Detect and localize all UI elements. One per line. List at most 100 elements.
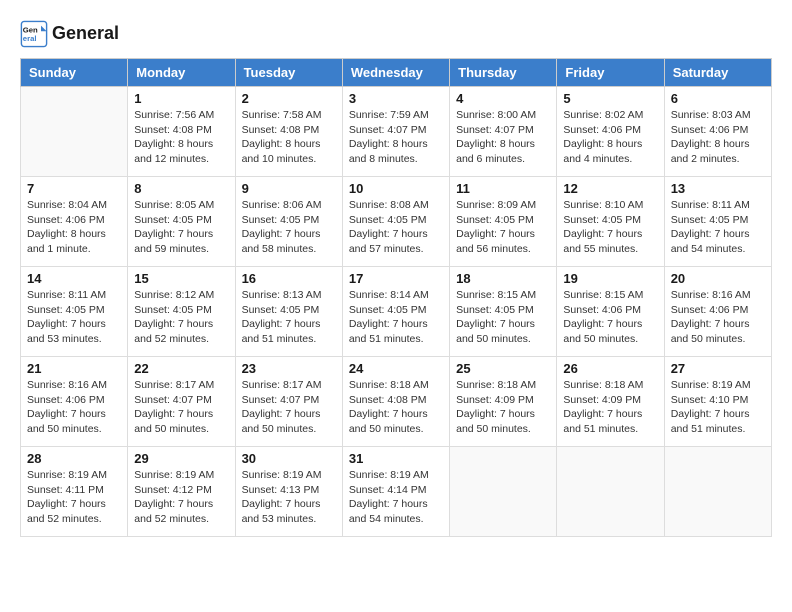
calendar-cell: 6 Sunrise: 8:03 AM Sunset: 4:06 PM Daylig… [664, 87, 771, 177]
day-number: 22 [134, 361, 228, 376]
day-info: Sunrise: 8:12 AM Sunset: 4:05 PM Dayligh… [134, 288, 228, 347]
calendar-cell: 5Sunrise: 8:02 AM Sunset: 4:06 PM Daylig… [557, 87, 664, 177]
day-number: 11 [456, 181, 550, 196]
day-info: Sunrise: 8:16 AM Sunset: 4:06 PM Dayligh… [671, 288, 765, 347]
day-info: Sunrise: 8:11 AM Sunset: 4:05 PM Dayligh… [27, 288, 121, 347]
calendar-cell: 27Sunrise: 8:19 AM Sunset: 4:10 PM Dayli… [664, 357, 771, 447]
day-info: Sunrise: 8:19 AM Sunset: 4:13 PM Dayligh… [242, 468, 336, 527]
day-number: 10 [349, 181, 443, 196]
weekday-header-wednesday: Wednesday [342, 59, 449, 87]
day-number: 25 [456, 361, 550, 376]
weekday-header-friday: Friday [557, 59, 664, 87]
weekday-header-saturday: Saturday [664, 59, 771, 87]
day-number: 4 [456, 91, 550, 106]
calendar-cell [450, 447, 557, 537]
weekday-header-thursday: Thursday [450, 59, 557, 87]
day-number: 1 [134, 91, 228, 106]
day-info: Sunrise: 8:00 AM Sunset: 4:07 PM Dayligh… [456, 108, 550, 167]
day-info: Sunrise: 8:18 AM Sunset: 4:09 PM Dayligh… [456, 378, 550, 437]
day-number: 31 [349, 451, 443, 466]
weekday-header-row: SundayMondayTuesdayWednesdayThursdayFrid… [21, 59, 772, 87]
calendar-cell: 22 Sunrise: 8:17 AM Sunset: 4:07 PM Dayli… [128, 357, 235, 447]
calendar-cell: 31 Sunrise: 8:19 AM Sunset: 4:14 PM Dayli… [342, 447, 449, 537]
day-number: 8 [134, 181, 228, 196]
day-number: 27 [671, 361, 765, 376]
calendar-cell: 23Sunrise: 8:17 AM Sunset: 4:07 PM Dayli… [235, 357, 342, 447]
logo: Gen eral General [20, 20, 119, 48]
calendar-cell: 13 Sunrise: 8:11 AM Sunset: 4:05 PM Dayli… [664, 177, 771, 267]
day-info: Sunrise: 8:08 AM Sunset: 4:05 PM Dayligh… [349, 198, 443, 257]
day-info: Sunrise: 8:19 AM Sunset: 4:14 PM Dayligh… [349, 468, 443, 527]
calendar-cell [557, 447, 664, 537]
day-info: Sunrise: 8:16 AM Sunset: 4:06 PM Dayligh… [27, 378, 121, 437]
svg-text:eral: eral [23, 34, 37, 43]
day-number: 7 [27, 181, 121, 196]
calendar-table: SundayMondayTuesdayWednesdayThursdayFrid… [20, 58, 772, 537]
week-row-2: 7 Sunrise: 8:04 AM Sunset: 4:06 PM Daylig… [21, 177, 772, 267]
week-row-1: 1 Sunrise: 7:56 AM Sunset: 4:08 PM Daylig… [21, 87, 772, 177]
calendar-cell: 14 Sunrise: 8:11 AM Sunset: 4:05 PM Dayli… [21, 267, 128, 357]
weekday-header-sunday: Sunday [21, 59, 128, 87]
logo-icon: Gen eral [20, 20, 48, 48]
calendar-cell: 7 Sunrise: 8:04 AM Sunset: 4:06 PM Daylig… [21, 177, 128, 267]
day-number: 18 [456, 271, 550, 286]
calendar-cell: 1 Sunrise: 7:56 AM Sunset: 4:08 PM Daylig… [128, 87, 235, 177]
day-number: 5 [563, 91, 657, 106]
calendar-cell: 11 Sunrise: 8:09 AM Sunset: 4:05 PM Dayli… [450, 177, 557, 267]
day-info: Sunrise: 8:04 AM Sunset: 4:06 PM Dayligh… [27, 198, 121, 257]
day-info: Sunrise: 8:09 AM Sunset: 4:05 PM Dayligh… [456, 198, 550, 257]
calendar-cell: 19Sunrise: 8:15 AM Sunset: 4:06 PM Dayli… [557, 267, 664, 357]
day-number: 3 [349, 91, 443, 106]
day-info: Sunrise: 8:06 AM Sunset: 4:05 PM Dayligh… [242, 198, 336, 257]
day-info: Sunrise: 8:03 AM Sunset: 4:06 PM Dayligh… [671, 108, 765, 167]
calendar-cell: 21 Sunrise: 8:16 AM Sunset: 4:06 PM Dayli… [21, 357, 128, 447]
day-info: Sunrise: 8:10 AM Sunset: 4:05 PM Dayligh… [563, 198, 657, 257]
logo-text: General [52, 23, 119, 45]
day-number: 14 [27, 271, 121, 286]
day-number: 12 [563, 181, 657, 196]
day-info: Sunrise: 8:05 AM Sunset: 4:05 PM Dayligh… [134, 198, 228, 257]
day-info: Sunrise: 8:11 AM Sunset: 4:05 PM Dayligh… [671, 198, 765, 257]
day-info: Sunrise: 7:56 AM Sunset: 4:08 PM Dayligh… [134, 108, 228, 167]
svg-text:Gen: Gen [23, 26, 38, 35]
week-row-3: 14 Sunrise: 8:11 AM Sunset: 4:05 PM Dayli… [21, 267, 772, 357]
day-info: Sunrise: 8:18 AM Sunset: 4:08 PM Dayligh… [349, 378, 443, 437]
day-number: 9 [242, 181, 336, 196]
calendar-cell: 29 Sunrise: 8:19 AM Sunset: 4:12 PM Dayli… [128, 447, 235, 537]
day-number: 20 [671, 271, 765, 286]
calendar-cell: 16Sunrise: 8:13 AM Sunset: 4:05 PM Dayli… [235, 267, 342, 357]
calendar-body: 1 Sunrise: 7:56 AM Sunset: 4:08 PM Daylig… [21, 87, 772, 537]
weekday-header-tuesday: Tuesday [235, 59, 342, 87]
day-number: 6 [671, 91, 765, 106]
calendar-cell [664, 447, 771, 537]
day-info: Sunrise: 7:59 AM Sunset: 4:07 PM Dayligh… [349, 108, 443, 167]
calendar-cell: 28 Sunrise: 8:19 AM Sunset: 4:11 PM Dayli… [21, 447, 128, 537]
calendar-cell: 30 Sunrise: 8:19 AM Sunset: 4:13 PM Dayli… [235, 447, 342, 537]
calendar-cell: 15 Sunrise: 8:12 AM Sunset: 4:05 PM Dayli… [128, 267, 235, 357]
calendar-cell: 26 Sunrise: 8:18 AM Sunset: 4:09 PM Dayli… [557, 357, 664, 447]
calendar-cell: 4 Sunrise: 8:00 AM Sunset: 4:07 PM Daylig… [450, 87, 557, 177]
day-info: Sunrise: 8:19 AM Sunset: 4:12 PM Dayligh… [134, 468, 228, 527]
calendar-cell: 3 Sunrise: 7:59 AM Sunset: 4:07 PM Daylig… [342, 87, 449, 177]
calendar-cell: 24 Sunrise: 8:18 AM Sunset: 4:08 PM Dayli… [342, 357, 449, 447]
day-info: Sunrise: 8:18 AM Sunset: 4:09 PM Dayligh… [563, 378, 657, 437]
day-number: 29 [134, 451, 228, 466]
day-info: Sunrise: 8:14 AM Sunset: 4:05 PM Dayligh… [349, 288, 443, 347]
day-info: Sunrise: 8:19 AM Sunset: 4:11 PM Dayligh… [27, 468, 121, 527]
day-number: 17 [349, 271, 443, 286]
day-number: 19 [563, 271, 657, 286]
day-number: 16 [242, 271, 336, 286]
day-number: 28 [27, 451, 121, 466]
day-info: Sunrise: 8:15 AM Sunset: 4:05 PM Dayligh… [456, 288, 550, 347]
day-number: 30 [242, 451, 336, 466]
day-number: 15 [134, 271, 228, 286]
header: Gen eral General [20, 20, 772, 48]
day-number: 13 [671, 181, 765, 196]
calendar-cell: 25 Sunrise: 8:18 AM Sunset: 4:09 PM Dayli… [450, 357, 557, 447]
calendar-cell: 17 Sunrise: 8:14 AM Sunset: 4:05 PM Dayli… [342, 267, 449, 357]
day-number: 21 [27, 361, 121, 376]
day-info: Sunrise: 8:17 AM Sunset: 4:07 PM Dayligh… [134, 378, 228, 437]
day-number: 24 [349, 361, 443, 376]
day-number: 26 [563, 361, 657, 376]
day-number: 23 [242, 361, 336, 376]
